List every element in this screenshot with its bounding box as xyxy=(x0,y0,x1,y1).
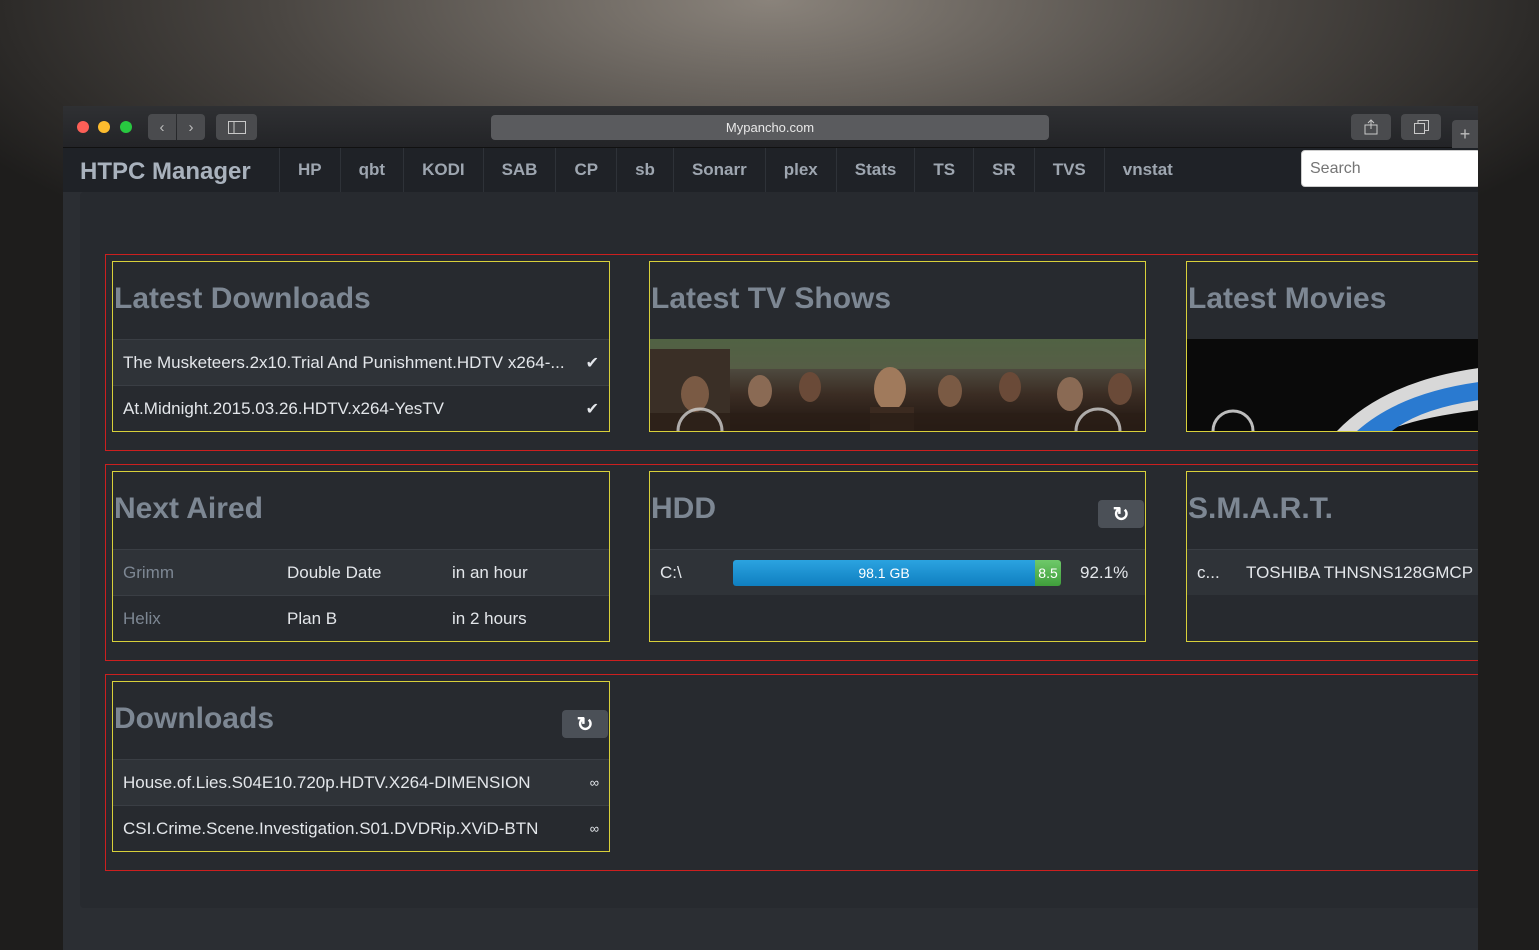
drive-model: TOSHIBA THNSNS128GMCP xyxy=(1246,562,1474,582)
downloads-panel: Downloads ↻ House.of.Lies.S04E10.720p.HD… xyxy=(112,681,610,852)
check-icon: ✔ xyxy=(585,400,599,418)
hdd-panel: HDD ↻ C:\ 98.1 GB 8.5 92.1% xyxy=(649,471,1146,642)
app-navbar: HTPC Manager HP qbt KODI SAB CP sb Sonar… xyxy=(63,148,1478,192)
list-item[interactable]: The Musketeers.2x10.Trial And Punishment… xyxy=(113,339,609,385)
chevron-right-icon: › xyxy=(188,118,194,136)
nav-link-sb[interactable]: sb xyxy=(616,148,673,192)
panel-title: Latest TV Shows xyxy=(651,282,892,315)
next-aired-panel: Next Aired Grimm Double Date in an hour … xyxy=(112,471,610,642)
close-window-button[interactable] xyxy=(77,121,89,133)
latest-tv-shows-panel: Latest TV Shows xyxy=(649,261,1146,432)
downloads-refresh-button[interactable]: ↻ xyxy=(562,710,608,738)
check-icon: ✔ xyxy=(585,354,599,372)
panel-title: Downloads xyxy=(114,702,275,735)
latest-movies-panel: Latest Movies xyxy=(1186,261,1478,432)
disk-free-fill: 8.5 xyxy=(1035,560,1061,586)
table-row: C:\ 98.1 GB 8.5 92.1% xyxy=(650,549,1145,595)
hdd-refresh-button[interactable]: ↻ xyxy=(1098,500,1144,528)
show-name: Helix xyxy=(123,608,161,628)
download-name: At.Midnight.2015.03.26.HDTV.x264-YesTV xyxy=(123,398,444,418)
infinity-icon: ∞ xyxy=(589,821,599,836)
nav-links: HP qbt KODI SAB CP sb Sonarr plex Stats … xyxy=(279,148,1191,192)
disk-used-fill: 98.1 GB xyxy=(733,560,1036,586)
download-name: The Musketeers.2x10.Trial And Punishment… xyxy=(123,352,565,372)
disk-percent: 92.1% xyxy=(1080,562,1129,582)
table-row[interactable]: Grimm Double Date in an hour xyxy=(113,549,609,595)
drive-name: C:\ xyxy=(660,562,682,582)
share-icon xyxy=(1364,119,1378,135)
list-item[interactable]: CSI.Crime.Scene.Investigation.S01.DVDRip… xyxy=(113,805,609,851)
infinity-icon: ∞ xyxy=(589,775,599,790)
nav-link-vnstat[interactable]: vnstat xyxy=(1103,148,1191,192)
tv-show-image xyxy=(650,339,1145,431)
panel-title: Latest Movies xyxy=(1188,282,1387,315)
tv-show-poster[interactable] xyxy=(650,339,1145,431)
plus-icon: + xyxy=(1459,123,1471,144)
refresh-icon: ↻ xyxy=(1112,503,1130,526)
show-name: Grimm xyxy=(123,562,174,582)
nav-link-qbt[interactable]: qbt xyxy=(339,148,403,192)
tabs-icon xyxy=(1413,120,1429,134)
nav-link-kodi[interactable]: KODI xyxy=(403,148,483,192)
minimize-window-button[interactable] xyxy=(98,121,110,133)
nav-link-cp[interactable]: CP xyxy=(555,148,616,192)
download-name: CSI.Crime.Scene.Investigation.S01.DVDRip… xyxy=(123,818,539,838)
panel-title: Next Aired xyxy=(114,492,263,525)
drive-id: c... xyxy=(1197,562,1220,582)
maximize-window-button[interactable] xyxy=(120,121,132,133)
app-brand[interactable]: HTPC Manager xyxy=(80,158,251,186)
disk-free-label: 8.5 xyxy=(1038,565,1058,581)
panel-title: S.M.A.R.T. xyxy=(1188,492,1334,525)
chevron-left-icon: ‹ xyxy=(159,118,165,136)
refresh-icon: ↻ xyxy=(576,713,594,736)
latest-downloads-panel: Latest Downloads The Musketeers.2x10.Tri… xyxy=(112,261,610,432)
disk-used-label: 98.1 GB xyxy=(858,565,910,581)
back-button[interactable]: ‹ xyxy=(148,114,176,140)
air-time: in an hour xyxy=(452,562,528,582)
episode-title: Double Date xyxy=(287,562,382,582)
table-row[interactable]: c... TOSHIBA THNSNS128GMCP xyxy=(1187,549,1478,595)
panel-title: Latest Downloads xyxy=(114,282,371,315)
panel-title: HDD xyxy=(651,492,716,525)
forward-button[interactable]: › xyxy=(177,114,205,140)
nav-link-sonarr[interactable]: Sonarr xyxy=(672,148,765,192)
sidebar-toggle-button[interactable] xyxy=(216,114,257,140)
browser-toolbar: ‹ › Mypancho.com + xyxy=(63,106,1478,148)
search-input[interactable] xyxy=(1301,150,1478,187)
film-reel-icon xyxy=(1211,368,1478,431)
disk-usage-bar: 98.1 GB 8.5 xyxy=(733,560,1061,586)
list-item[interactable]: At.Midnight.2015.03.26.HDTV.x264-YesTV ✔ xyxy=(113,385,609,431)
movie-poster[interactable] xyxy=(1187,339,1478,431)
dashboard-content: Latest Downloads The Musketeers.2x10.Tri… xyxy=(63,192,1478,950)
episode-title: Plan B xyxy=(287,608,338,628)
nav-link-sab[interactable]: SAB xyxy=(482,148,556,192)
nav-link-stats[interactable]: Stats xyxy=(835,148,915,192)
smart-panel: S.M.A.R.T. c... TOSHIBA THNSNS128GMCP xyxy=(1186,471,1478,642)
list-item[interactable]: House.of.Lies.S04E10.720p.HDTV.X264-DIME… xyxy=(113,759,609,805)
nav-link-hp[interactable]: HP xyxy=(279,148,340,192)
download-name: House.of.Lies.S04E10.720p.HDTV.X264-DIME… xyxy=(123,772,531,792)
address-bar[interactable]: Mypancho.com xyxy=(491,115,1049,140)
nav-link-sr[interactable]: SR xyxy=(973,148,1034,192)
nav-link-ts[interactable]: TS xyxy=(914,148,973,192)
nav-link-plex[interactable]: plex xyxy=(764,148,836,192)
tab-overview-button[interactable] xyxy=(1401,114,1441,140)
new-tab-button[interactable]: + xyxy=(1452,120,1478,148)
browser-window: ‹ › Mypancho.com + HTPC Manager HP qbt K… xyxy=(63,106,1478,950)
sidebar-icon xyxy=(227,120,246,134)
nav-link-tvs[interactable]: TVS xyxy=(1033,148,1104,192)
table-row[interactable]: Helix Plan B in 2 hours xyxy=(113,595,609,641)
share-button[interactable] xyxy=(1351,114,1391,140)
air-time: in 2 hours xyxy=(452,608,527,628)
url-text: Mypancho.com xyxy=(725,120,815,135)
